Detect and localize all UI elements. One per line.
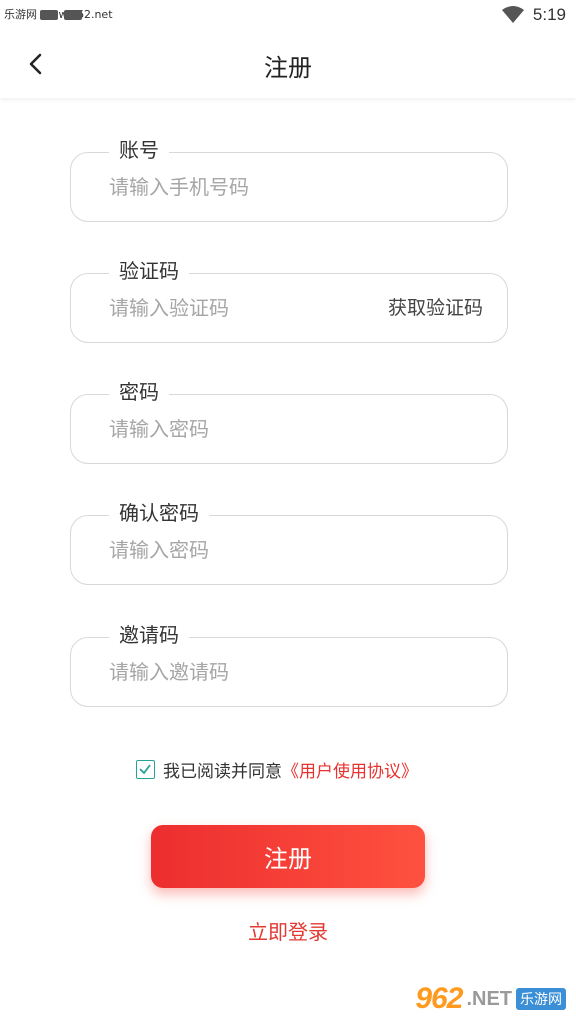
watermark-logo-cn: 乐游网 [516,988,566,1010]
confirm-password-field: 确认密码 [70,500,508,585]
wifi-icon [502,6,524,23]
code-input[interactable] [109,274,379,342]
watermark-logo: 962 .NET 乐游网 [415,982,566,1016]
login-link[interactable]: 立即登录 [0,916,576,945]
invite-code-field: 邀请码 [70,622,508,707]
get-code-button[interactable]: 获取验证码 [388,274,483,342]
user-agreement-link[interactable]: 《用户使用协议》 [282,757,418,782]
agreement-row: 我已阅读并同意 《用户使用协议》 [136,757,418,782]
nav-bar: 注册 [0,30,576,98]
account-field: 账号 [70,137,508,222]
status-bar: 乐游网 www.962.net 5:19 [0,0,576,30]
watermark-logo-net: .NET [466,987,512,1010]
check-icon [139,763,151,774]
invite-code-input[interactable] [109,638,379,706]
code-field: 验证码 获取验证码 [70,258,508,343]
password-field: 密码 [70,379,508,464]
register-button[interactable]: 注册 [151,825,425,888]
page-title: 注册 [264,54,312,82]
confirm-password-input[interactable] [109,516,379,584]
clock: 5:19 [532,5,566,24]
watermark-logo-number: 962 [415,982,463,1015]
password-input[interactable] [109,395,379,463]
account-input[interactable] [109,153,379,221]
notification-icons [40,10,82,20]
agreement-checkbox[interactable] [136,759,155,779]
agreement-text: 我已阅读并同意 [163,761,282,782]
